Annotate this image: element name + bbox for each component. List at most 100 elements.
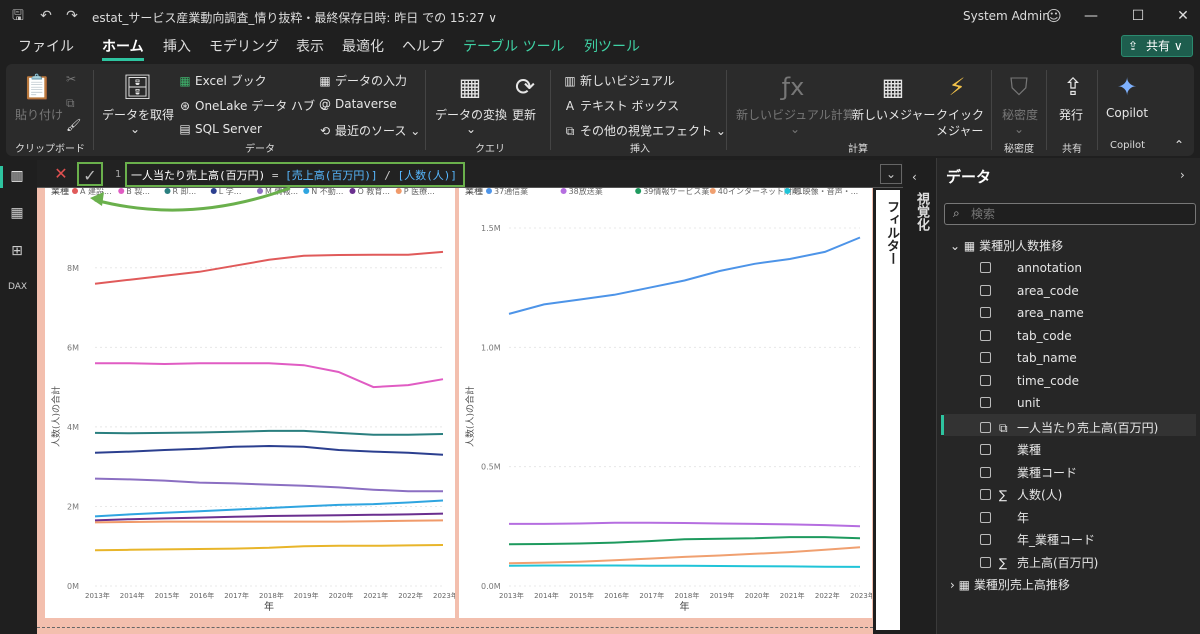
get-data-button[interactable]: データを取得 (102, 106, 174, 123)
quick-measure-button[interactable]: クイック (936, 106, 984, 123)
field-checkbox[interactable] (980, 466, 991, 478)
chart-industry-headcount[interactable]: 業種 A 建設... B 製... R 卸... L 学... M 情報... N 不動..… (45, 185, 458, 618)
publish-button[interactable]: 発行 (1059, 106, 1083, 123)
clipboard-group-label: クリップボード (15, 144, 85, 155)
excel-icon: ▦ (179, 74, 191, 88)
sensitivity-button[interactable]: 秘密度 (1002, 106, 1038, 123)
field-label: 年_業種コード (1017, 533, 1096, 547)
field-item[interactable]: area_name (980, 306, 1084, 326)
annotation-arrow (90, 186, 291, 212)
close-icon[interactable]: ✕ (1166, 4, 1200, 28)
field-item[interactable]: unit (980, 396, 1040, 416)
tab-file[interactable]: ファイル (18, 36, 74, 56)
field-item[interactable]: ∑ 売上高(百万円) (980, 554, 1098, 574)
field-checkbox[interactable] (980, 374, 991, 386)
table-node-sales[interactable]: › ▦ 業種別売上高推移 (950, 576, 1070, 596)
share-button[interactable]: ⇪ 共有 ∨ (1121, 35, 1193, 57)
copy-icon[interactable]: ⧉ (66, 96, 75, 111)
tab-table-tools[interactable]: テーブル ツール (463, 36, 565, 56)
field-checkbox[interactable] (980, 284, 991, 296)
collapse-viz-icon[interactable]: ‹ (912, 170, 917, 184)
paste-button[interactable]: 貼り付け (15, 106, 63, 123)
legend-entry: P 医療... (404, 188, 435, 196)
field-item[interactable]: ∑ 人数(人) (980, 486, 1062, 506)
sql-server-button[interactable]: ▤ SQL Server (178, 122, 262, 136)
filter-pane-tab[interactable]: フィルター (882, 200, 901, 265)
visuals-icon: ⧉ (565, 124, 575, 138)
minimize-icon[interactable]: — (1074, 4, 1108, 28)
field-item[interactable]: time_code (980, 374, 1079, 394)
tab-optimize[interactable]: 最適化 (342, 36, 384, 56)
onelake-button[interactable]: ⊛ OneLake データ ハブ ⌄ (178, 97, 329, 114)
field-item[interactable]: 年_業種コード (980, 531, 1095, 551)
visual-calc-button[interactable]: 新しいビジュアル計算 (736, 106, 855, 123)
textbox-button[interactable]: A テキスト ボックス (563, 97, 679, 114)
field-item[interactable]: 業種コード (980, 464, 1077, 484)
user-name[interactable]: System Admin (963, 9, 1050, 23)
field-checkbox[interactable] (980, 556, 991, 568)
tab-column-tools[interactable]: 列ツール (584, 36, 640, 56)
collapse-ribbon-icon[interactable]: ⌃ (1174, 138, 1184, 152)
save-icon[interactable]: 🖫 (8, 6, 28, 26)
chart-info-industry-headcount[interactable]: 業種 37通信業 38放送業 39情報サービス業 40インターネット附随... 41映像・… (459, 185, 875, 618)
field-checkbox[interactable] (980, 329, 991, 341)
field-item[interactable]: tab_name (980, 351, 1077, 371)
x-tick-label: 2013年 (499, 591, 524, 600)
new-measure-button[interactable]: 新しいメジャー (852, 106, 935, 123)
cut-icon[interactable]: ✂ (66, 72, 76, 86)
field-item[interactable]: area_code (980, 284, 1079, 304)
x-tick-label: 2014年 (534, 591, 559, 600)
legend-marker (72, 188, 78, 194)
search-box[interactable]: ⌕ (944, 203, 1196, 225)
collapse-data-icon[interactable]: › (1180, 168, 1185, 182)
avatar-icon[interactable]: ☺ (1044, 6, 1064, 26)
redo-icon[interactable]: ↷ (62, 6, 82, 26)
y-tick-label: 0M (67, 582, 79, 591)
field-item[interactable]: annotation (980, 261, 1082, 281)
field-checkbox[interactable] (980, 352, 991, 363)
field-item[interactable]: tab_code (980, 329, 1072, 349)
table-node-headcount[interactable]: ⌄ ▦ 業種別人数推移 (950, 237, 1063, 257)
visualizations-pane-tab[interactable]: 視覚化 (912, 192, 931, 231)
report-view-icon[interactable]: ▥ (8, 168, 26, 186)
field-checkbox[interactable] (980, 307, 991, 318)
table-view-icon[interactable]: ▦ (8, 205, 26, 223)
field-checkbox[interactable] (980, 444, 991, 455)
more-visuals-button[interactable]: ⧉ その他の視覚エフェクト ⌄ (563, 122, 726, 139)
undo-icon[interactable]: ↶ (36, 6, 56, 26)
format-painter-icon[interactable]: 🖌 (66, 118, 81, 132)
model-view-icon[interactable]: ⊞ (8, 243, 26, 261)
transform-data-button[interactable]: データの変換 (435, 106, 507, 123)
y-tick-label: 6M (67, 343, 79, 352)
field-item[interactable]: 年 (980, 509, 1029, 529)
refresh-button[interactable]: 更新 (512, 106, 536, 123)
window-title[interactable]: estat_サービス産業動向調査_情り抜粋・最終保存日時: 昨日 での 15:2… (92, 9, 497, 26)
maximize-icon[interactable]: ☐ (1121, 4, 1155, 28)
tab-home[interactable]: ホーム (102, 36, 144, 61)
copilot-button[interactable]: Copilot (1106, 106, 1148, 120)
chevron-down-icon: ⌄ (1014, 122, 1025, 136)
expand-formula-icon[interactable]: ⌄ (880, 164, 902, 184)
field-checkbox[interactable] (980, 397, 991, 408)
enter-data-button[interactable]: ▦ データの入力 (318, 72, 407, 89)
field-item[interactable]: ⧉ 一人当たり売上高(百万円) (980, 419, 1158, 439)
field-checkbox[interactable] (980, 534, 991, 545)
field-checkbox[interactable] (980, 511, 991, 523)
recent-sources-button[interactable]: ⟲ 最近のソース ⌄ (318, 122, 420, 139)
excel-button[interactable]: ▦ Excel ブック (178, 72, 266, 89)
new-visual-button[interactable]: ▥ 新しいビジュアル (563, 72, 674, 89)
field-item[interactable]: 業種 (980, 441, 1041, 461)
dax-view-icon[interactable]: DAX (8, 282, 27, 300)
tab-view[interactable]: 表示 (296, 36, 324, 56)
cancel-icon[interactable]: ✕ (48, 162, 74, 186)
field-checkbox[interactable] (980, 262, 991, 273)
quick-measure-label: メジャー (936, 124, 984, 138)
tab-modeling[interactable]: モデリング (209, 36, 279, 56)
tab-help[interactable]: ヘルプ (402, 36, 444, 56)
field-checkbox[interactable] (980, 421, 991, 433)
search-input[interactable] (971, 206, 1181, 222)
tab-insert[interactable]: 挿入 (163, 36, 191, 56)
query-group-label: クエリ (475, 144, 505, 155)
dataverse-button[interactable]: @ Dataverse (318, 97, 397, 111)
field-checkbox[interactable] (980, 489, 991, 500)
